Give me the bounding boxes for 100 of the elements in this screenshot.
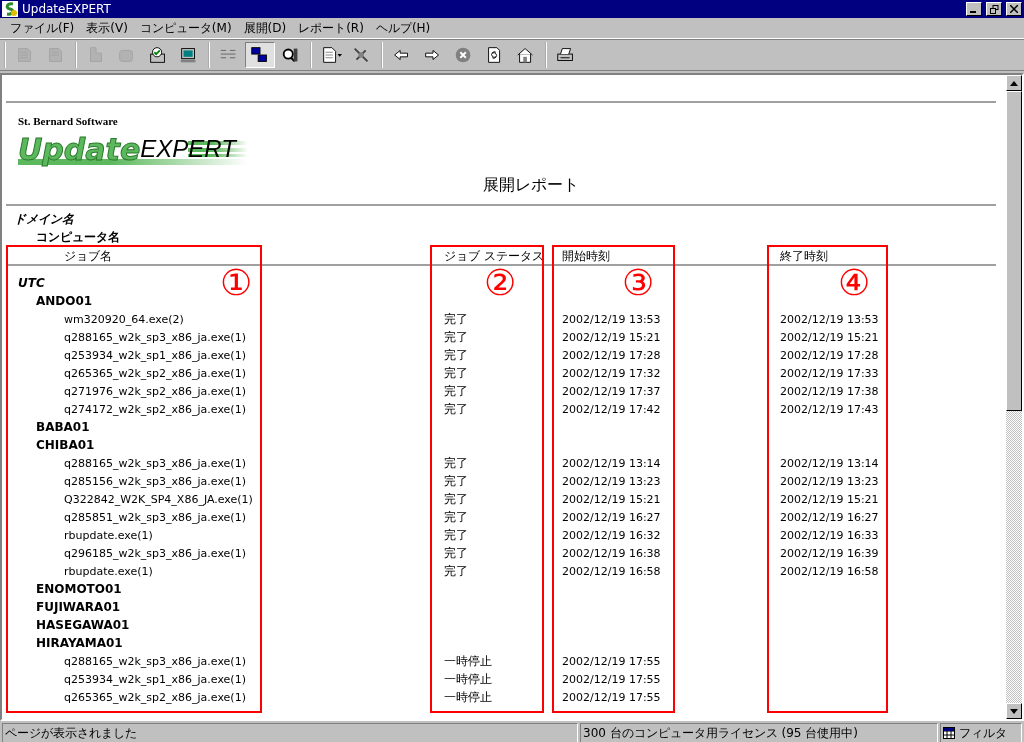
license-status: 300 台のコンピュータ用ライセンス (95 台使用中) bbox=[580, 723, 938, 742]
job-status: 完了 bbox=[444, 544, 469, 562]
end-time: 2002/12/19 16:39 bbox=[780, 546, 880, 560]
end-time: 2002/12/19 17:33 bbox=[780, 366, 880, 380]
start-time: 2002/12/19 16:27 bbox=[562, 510, 662, 524]
job-name: q288165_w2k_sp3_x86_ja.exe(1) bbox=[63, 456, 247, 470]
end-time: 2002/12/19 16:33 bbox=[780, 528, 880, 542]
job-status: 一時停止 bbox=[444, 688, 493, 706]
computer-name: BABA01 bbox=[35, 420, 90, 434]
column-header: ジョブ名 bbox=[63, 248, 113, 265]
menu-item[interactable]: 展開(D) bbox=[237, 19, 293, 37]
job-name: Q322842_W2K_SP4_X86_JA.exe(1) bbox=[63, 492, 254, 506]
annotation-number: ④ bbox=[838, 265, 871, 301]
job-name: q274172_w2k_sp2_x86_ja.exe(1) bbox=[63, 402, 247, 416]
job-status: 完了 bbox=[444, 346, 469, 364]
job-status: 完了 bbox=[444, 400, 469, 418]
job-name: q288165_w2k_sp3_x86_ja.exe(1) bbox=[63, 654, 247, 668]
end-time: 2002/12/19 13:23 bbox=[780, 474, 880, 488]
job-status: 一時停止 bbox=[444, 670, 493, 688]
column-header: ジョブ ステータス bbox=[444, 248, 545, 265]
end-time: 2002/12/19 16:58 bbox=[780, 564, 880, 578]
minimize-button[interactable] bbox=[966, 2, 982, 16]
restore-button[interactable] bbox=[986, 2, 1002, 16]
end-time: 2002/12/19 15:21 bbox=[780, 330, 880, 344]
menu-item[interactable]: ヘルプ(H) bbox=[369, 19, 437, 37]
menu-item[interactable]: 表示(V) bbox=[80, 19, 134, 37]
filter-icon bbox=[943, 727, 955, 739]
end-time: 2002/12/19 13:53 bbox=[780, 312, 880, 326]
end-time: 2002/12/19 16:27 bbox=[780, 510, 880, 524]
job-status: 完了 bbox=[444, 328, 469, 346]
scroll-up-button[interactable] bbox=[1006, 75, 1022, 91]
status-message: ページが表示されました bbox=[2, 723, 578, 742]
job-status: 一時停止 bbox=[444, 652, 493, 670]
job-name: q253934_w2k_sp1_x86_ja.exe(1) bbox=[63, 672, 247, 686]
scroll-down-button[interactable] bbox=[1006, 703, 1022, 719]
start-time: 2002/12/19 16:38 bbox=[562, 546, 662, 560]
computer-name: HIRAYAMA01 bbox=[35, 636, 123, 650]
job-name: rbupdate.exe(1) bbox=[63, 564, 154, 578]
start-time: 2002/12/19 17:42 bbox=[562, 402, 662, 416]
menu-item[interactable]: ファイル(F) bbox=[4, 19, 81, 37]
column-header: 開始時刻 bbox=[562, 248, 611, 265]
up-arrow-icon bbox=[1010, 80, 1018, 86]
job-status: 完了 bbox=[444, 310, 469, 328]
computer-name: CHIBA01 bbox=[35, 438, 95, 452]
job-status: 完了 bbox=[444, 364, 469, 382]
close-button[interactable] bbox=[1006, 2, 1022, 16]
end-time: 2002/12/19 17:38 bbox=[780, 384, 880, 398]
report-title: 展開レポート bbox=[482, 175, 580, 196]
scrollbar[interactable] bbox=[1006, 75, 1022, 719]
job-status: 完了 bbox=[444, 490, 469, 508]
computer-name: HASEGAWA01 bbox=[35, 618, 130, 632]
job-name: q253934_w2k_sp1_x86_ja.exe(1) bbox=[63, 348, 247, 362]
toolbar-button[interactable] bbox=[245, 42, 275, 68]
start-time: 2002/12/19 16:32 bbox=[562, 528, 662, 542]
start-time: 2002/12/19 15:21 bbox=[562, 330, 662, 344]
job-status: 完了 bbox=[444, 382, 469, 400]
start-time: 2002/12/19 17:32 bbox=[562, 366, 662, 380]
start-time: 2002/12/19 17:28 bbox=[562, 348, 662, 362]
start-time: 2002/12/19 13:53 bbox=[562, 312, 662, 326]
start-time: 2002/12/19 17:55 bbox=[562, 654, 662, 668]
job-status: 完了 bbox=[444, 526, 469, 544]
start-time: 2002/12/19 13:23 bbox=[562, 474, 662, 488]
menu-item[interactable]: コンピュータ(M) bbox=[133, 19, 238, 37]
start-time: 2002/12/19 16:58 bbox=[562, 564, 662, 578]
annotation-number: ② bbox=[484, 265, 517, 301]
job-status: 完了 bbox=[444, 454, 469, 472]
window-title: UpdateEXPERT bbox=[22, 2, 112, 16]
logo: UpdateEXPERT bbox=[18, 127, 248, 171]
computer-name: ANDO01 bbox=[35, 294, 93, 308]
job-name: rbupdate.exe(1) bbox=[63, 528, 154, 542]
job-name: q285851_w2k_sp3_x86_ja.exe(1) bbox=[63, 510, 247, 524]
annotation-number: ③ bbox=[622, 265, 655, 301]
computer-name: ENOMOTO01 bbox=[35, 582, 122, 596]
computer-name: FUJIWARA01 bbox=[35, 600, 121, 614]
down-arrow-icon bbox=[1010, 708, 1018, 714]
end-time: 2002/12/19 13:14 bbox=[780, 456, 880, 470]
end-time: 2002/12/19 17:43 bbox=[780, 402, 880, 416]
start-time: 2002/12/19 17:37 bbox=[562, 384, 662, 398]
job-name: q296185_w2k_sp3_x86_ja.exe(1) bbox=[63, 546, 247, 560]
job-name: wm320920_64.exe(2) bbox=[63, 312, 185, 326]
close-icon bbox=[1010, 5, 1018, 13]
job-status: 完了 bbox=[444, 472, 469, 490]
domain-name: UTC bbox=[17, 276, 45, 290]
restore-icon bbox=[989, 4, 999, 14]
filter-status[interactable]: フィルタ bbox=[940, 723, 1022, 742]
job-name: q285156_w2k_sp3_x86_ja.exe(1) bbox=[63, 474, 247, 488]
job-name: q288165_w2k_sp3_x86_ja.exe(1) bbox=[63, 330, 247, 344]
scroll-thumb[interactable] bbox=[1006, 91, 1022, 411]
start-time: 2002/12/19 17:55 bbox=[562, 672, 662, 686]
job-name: q265365_w2k_sp2_x86_ja.exe(1) bbox=[63, 366, 247, 380]
start-time: 2002/12/19 17:55 bbox=[562, 690, 662, 704]
start-time: 2002/12/19 15:21 bbox=[562, 492, 662, 506]
column-header: 終了時刻 bbox=[780, 248, 829, 265]
app-icon bbox=[2, 1, 18, 17]
job-status: 完了 bbox=[444, 562, 469, 580]
vendor-name: St. Bernard Software bbox=[18, 115, 119, 127]
job-status: 完了 bbox=[444, 508, 469, 526]
document-icon bbox=[320, 44, 342, 66]
menu-item[interactable]: レポート(R) bbox=[292, 19, 370, 37]
job-name: q271976_w2k_sp2_x86_ja.exe(1) bbox=[63, 384, 247, 398]
